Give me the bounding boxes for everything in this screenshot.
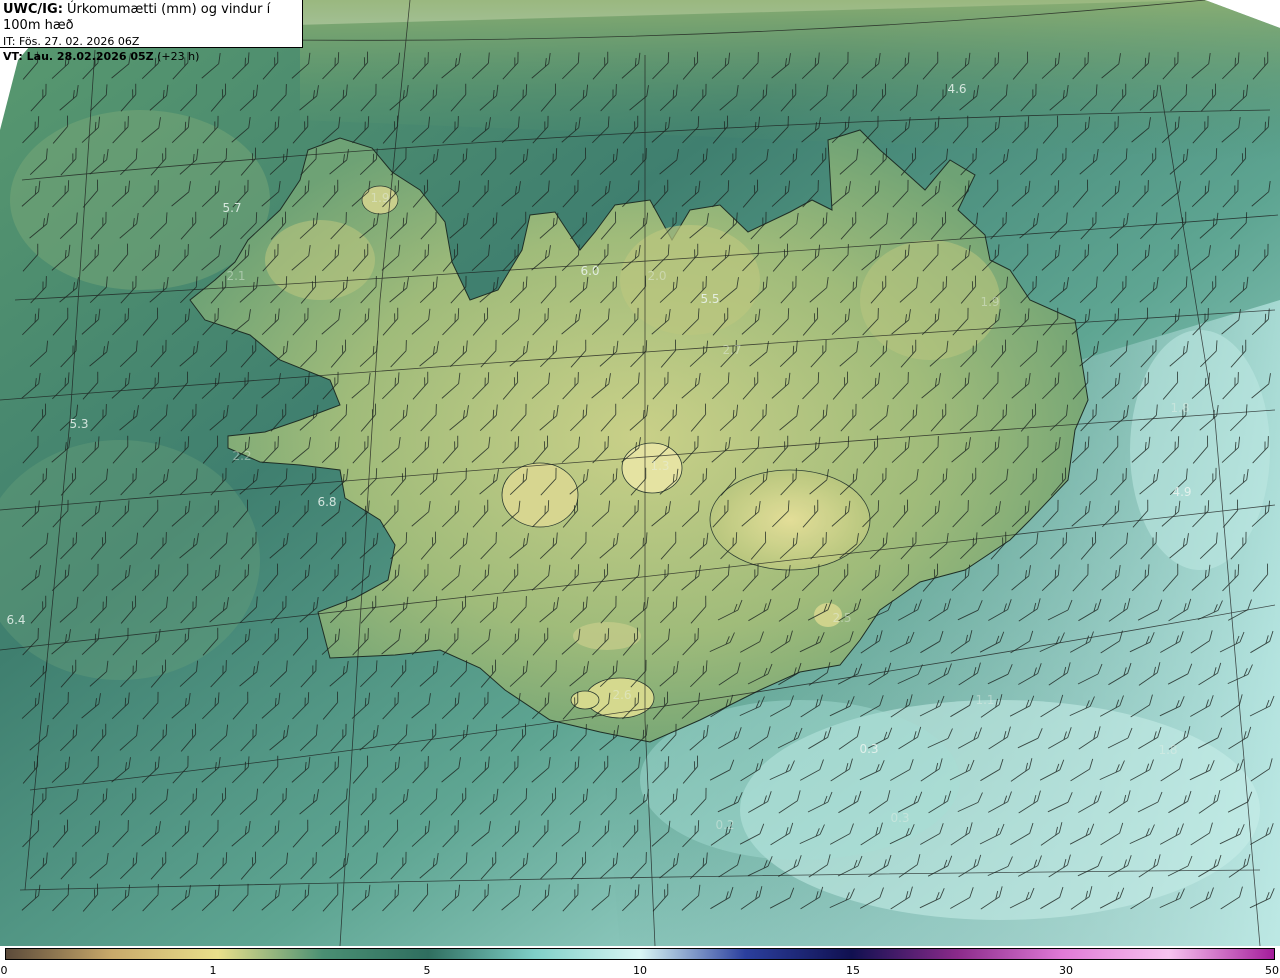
colorbar-tick-label: 15 [846,964,860,977]
value-label: 0.3 [859,742,879,756]
colorbar-tick-label: 10 [633,964,647,977]
value-label: 1.1 [975,693,995,707]
value-label: 2.7 [722,343,742,357]
model-label: UWC/IG: [3,2,63,17]
value-label: 1.8 [1170,401,1190,415]
value-label: 5.7 [222,201,242,215]
colorbar-tick-label: 1 [209,964,217,977]
value-label: 2.5 [832,611,852,625]
value-label: 6.4 [6,613,26,627]
value-label: 4.9 [1172,485,1192,499]
colorbar: 0 1 5 10 15 30 50 [0,946,1280,978]
value-label: 2.6 [612,688,632,702]
value-label: 4.6 [947,82,967,96]
map-info-box: UWC/IG: Úrkomumætti (mm) og vindur í 100… [0,0,303,63]
value-label: 2.0 [647,269,667,283]
glacier-langjokull [501,462,579,528]
value-label: 2.1 [226,269,246,283]
value-label: 6.0 [580,264,600,278]
map-canvas [0,0,1280,946]
valid-time: VT: Lau. 28.02.2026 05Z [3,50,154,63]
value-label: 6.8 [317,495,337,509]
initial-time: IT: Fös. 27. 02. 2026 06Z [3,35,140,48]
colorbar-tick-label: 0 [0,964,8,977]
value-label: 2.2 [232,449,252,463]
value-label: 5.5 [700,292,720,306]
value-label: 1.9 [370,191,390,205]
colorbar-tick-label: 50 [1265,964,1279,977]
value-label: 0.2 [715,818,735,832]
value-label: 1.3 [650,459,670,473]
value-label: 1.9 [980,295,1000,309]
valid-time-offset: (+23 h) [157,50,200,63]
glacier-eyjafjallajokull [570,690,600,710]
colorbar-tick-label: 5 [423,964,431,977]
value-label: 0.3 [890,811,910,825]
colorbar-strip [5,948,1275,960]
forecast-map: UWC/IG: Úrkomumætti (mm) og vindur í 100… [0,0,1280,946]
value-label: 5.3 [69,417,89,431]
colorbar-tick-label: 30 [1059,964,1073,977]
value-label: 1.8 [1158,743,1178,757]
